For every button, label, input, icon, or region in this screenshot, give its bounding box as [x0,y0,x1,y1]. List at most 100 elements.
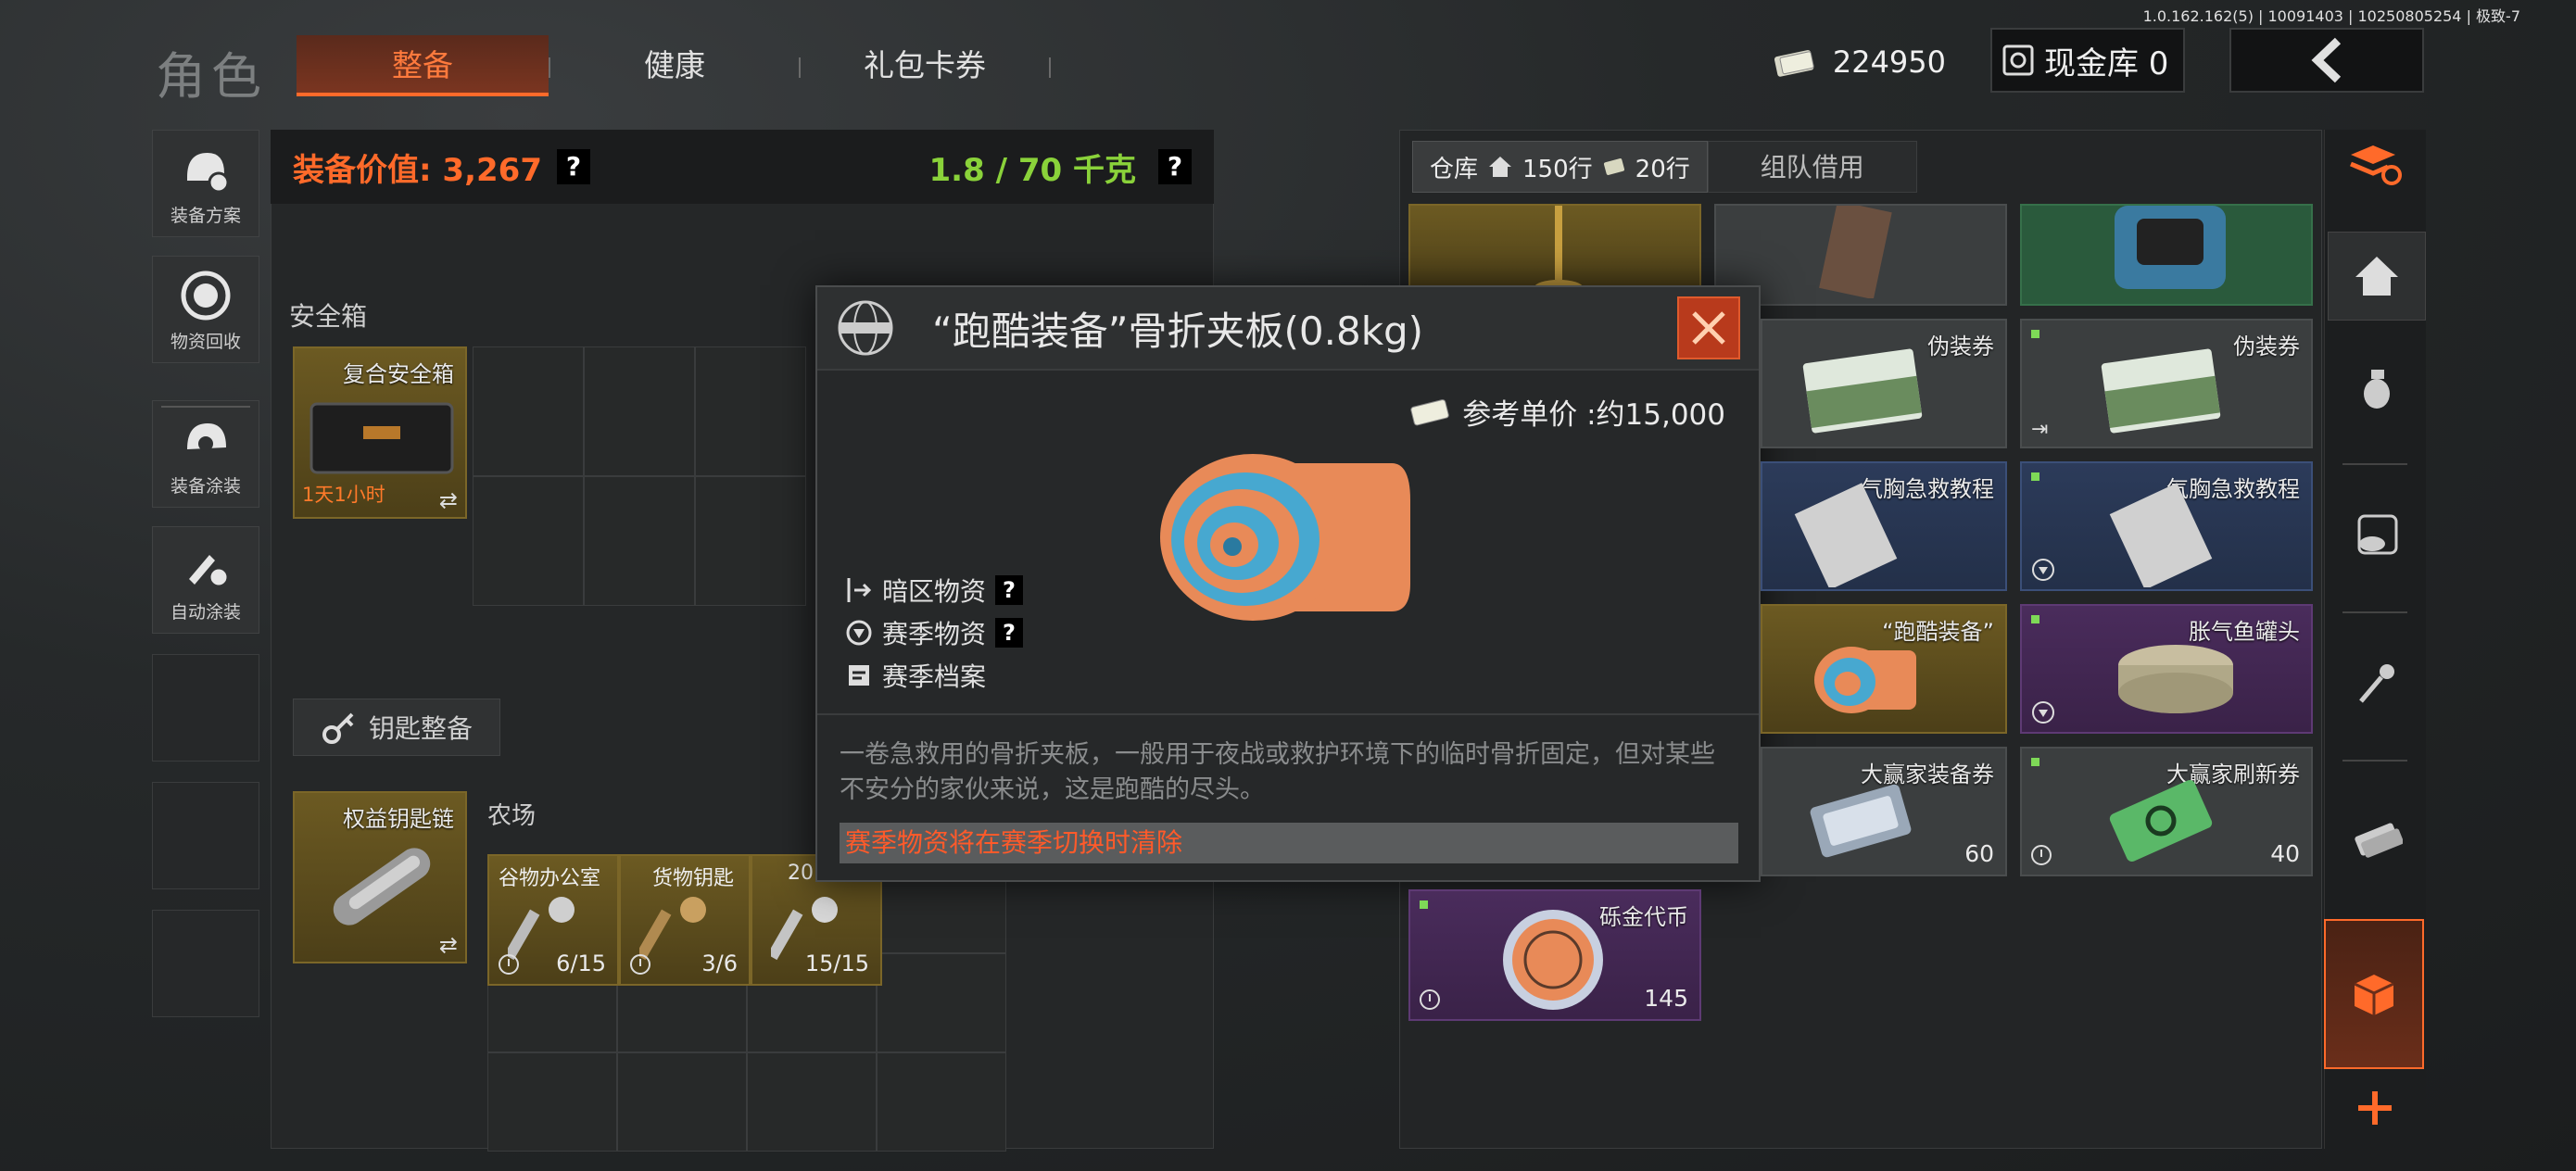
home-button[interactable] [2328,232,2426,321]
helmet-gear-icon [187,153,230,194]
storage-item[interactable]: 大赢家刷新券 40 [2020,747,2313,876]
camo-ticket-icon [1802,348,1923,434]
price-row: 参考单价 :约15,000 [1408,391,1725,433]
empty-slot [152,654,259,762]
tag-season-archive: 赛季档案 [845,654,1023,697]
brush-gear-icon [189,555,230,588]
tab-team-borrow[interactable]: 组队借用 [1707,141,1917,193]
loadout-plan-button[interactable]: 装备方案 [152,130,259,237]
tab-storage[interactable]: 仓库 150行 20行 [1412,141,1708,193]
sidebar-divider [2342,463,2407,465]
cash-filter-button[interactable] [2328,795,2426,884]
auto-paint-button[interactable]: 自动涂装 [152,526,259,634]
key-item[interactable]: 谷物办公室 6/15 [487,854,619,986]
tag-season: 赛季物资 ? [845,611,1024,654]
currency-amount: 224950 [1832,44,1946,80]
key-name: 20 [788,862,814,885]
help-icon[interactable]: ? [556,149,590,184]
empty-slot [152,910,259,1017]
equipment-value: 装备价值: 3,267 [293,151,542,189]
swap-icon[interactable]: ⇄ [439,932,458,958]
item-name: 伪装券 [1927,334,1994,359]
item-name: 砾金代币 [1599,904,1688,930]
home-icon [1489,157,1512,177]
storage-item[interactable]: “跑酷装备” [1761,604,2007,734]
key-name: 谷物办公室 [499,867,601,890]
season-icon [846,620,872,646]
globe-icon [838,300,893,356]
equipment-header: 装备价值: 3,267 ? 1.8 / 70 千克 ? [271,130,1214,204]
key-filter-button[interactable] [2328,639,2426,728]
container-button[interactable] [2324,919,2424,1069]
keychain-item[interactable]: 权益钥匙链 ⇄ [293,791,467,963]
storage-item[interactable]: 大赢家装备券 60 [1761,747,2007,876]
weight-label: 1.8 / 70 千克 [928,151,1136,189]
recycle-label: 物资回收 [170,332,241,352]
item-detail-modal: “跑酷装备”骨折夹板(0.8kg) 参考单价 :约15,000 暗区物资 ? 赛… [815,285,1761,882]
tab-gift-cards[interactable]: 礼包卡券 [806,35,1043,96]
recycle-button[interactable]: 物资回收 [152,256,259,363]
season-icon [2032,559,2054,581]
equipment-paint-label: 装备涂装 [170,476,241,497]
storage-item[interactable]: 伪装券 [1761,319,2007,448]
swap-icon[interactable]: ⇄ [439,487,458,513]
manual-icon [1794,483,1898,587]
storage-item[interactable]: 砾金代币 145 [1408,889,1701,1021]
add-button[interactable] [2326,1075,2424,1141]
help-icon[interactable]: ? [995,618,1024,648]
equipment-paint-button[interactable]: 装备涂装 [152,400,259,508]
tab-separator [549,57,550,78]
grenade-button[interactable] [2328,343,2426,432]
cash-icon [1774,50,1814,77]
safe-box-grid [473,346,806,606]
clock-icon [1420,989,1440,1010]
close-button[interactable] [1677,296,1740,359]
ticket-icon [1603,158,1624,175]
help-icon[interactable]: ? [1158,149,1192,184]
key-icon [2359,664,2394,703]
close-icon [1692,311,1725,345]
sidebar-divider [2342,760,2407,762]
safe-box-timer: 1天1小时 [302,484,385,506]
tab-separator [1049,57,1051,78]
farm-section-title: 农场 [487,802,537,830]
archive-icon [849,665,869,686]
tab-separator [799,57,801,78]
cash-vault-button[interactable]: 现金库 0 [1990,28,2185,93]
storage-item[interactable]: 胀气鱼罐头 [2020,604,2313,734]
safe-box-name: 复合安全箱 [343,361,454,387]
tab-equipment[interactable]: 整备 [297,35,549,96]
box-icon [2354,975,2394,1015]
food-can-icon [2357,514,2398,555]
help-icon[interactable]: ? [995,575,1024,605]
device-icon [2115,206,2226,289]
storage-item[interactable]: 气胸急救教程 [1761,461,2007,591]
new-indicator [2031,330,2039,338]
sort-stack-button[interactable] [2326,120,2424,209]
tag-list: 暗区物资 ? 赛季物资 ? 赛季档案 [845,569,1024,697]
camo-ticket-icon [2101,348,2221,434]
storage-item[interactable]: 伪装券 ⇥ [2020,319,2313,448]
storage-item[interactable]: 气胸急救教程 [2020,461,2313,591]
safe-box-item[interactable]: 复合安全箱 1天1小时 ⇄ [293,346,467,519]
back-button[interactable] [2229,28,2424,93]
clock-icon [630,954,650,975]
cash-vault-label: 现金库 0 [2044,44,2169,82]
extra-rows: 20行 [1635,155,1690,183]
season-warning: 赛季物资将在赛季切换时清除 [840,823,1738,863]
key-arrange-button[interactable]: 钥匙整备 [293,699,500,756]
food-button[interactable] [2328,491,2426,580]
key-item[interactable]: 货物钥匙 3/6 [619,854,751,986]
season-icon [2032,701,2054,724]
storage-item[interactable] [2020,204,2313,306]
modal-divider [817,713,1759,715]
item-count: 60 [1964,840,1994,867]
new-indicator [2031,472,2039,481]
new-indicator [2031,615,2039,623]
storage-tabs: 仓库 150行 20行 组队借用 [1412,141,1917,193]
sidebar-divider [2342,611,2407,613]
tab-health[interactable]: 健康 [556,35,793,96]
splint-roll-image [1160,454,1410,621]
tag-label: 赛季档案 [882,661,987,692]
key-icon [322,712,354,744]
